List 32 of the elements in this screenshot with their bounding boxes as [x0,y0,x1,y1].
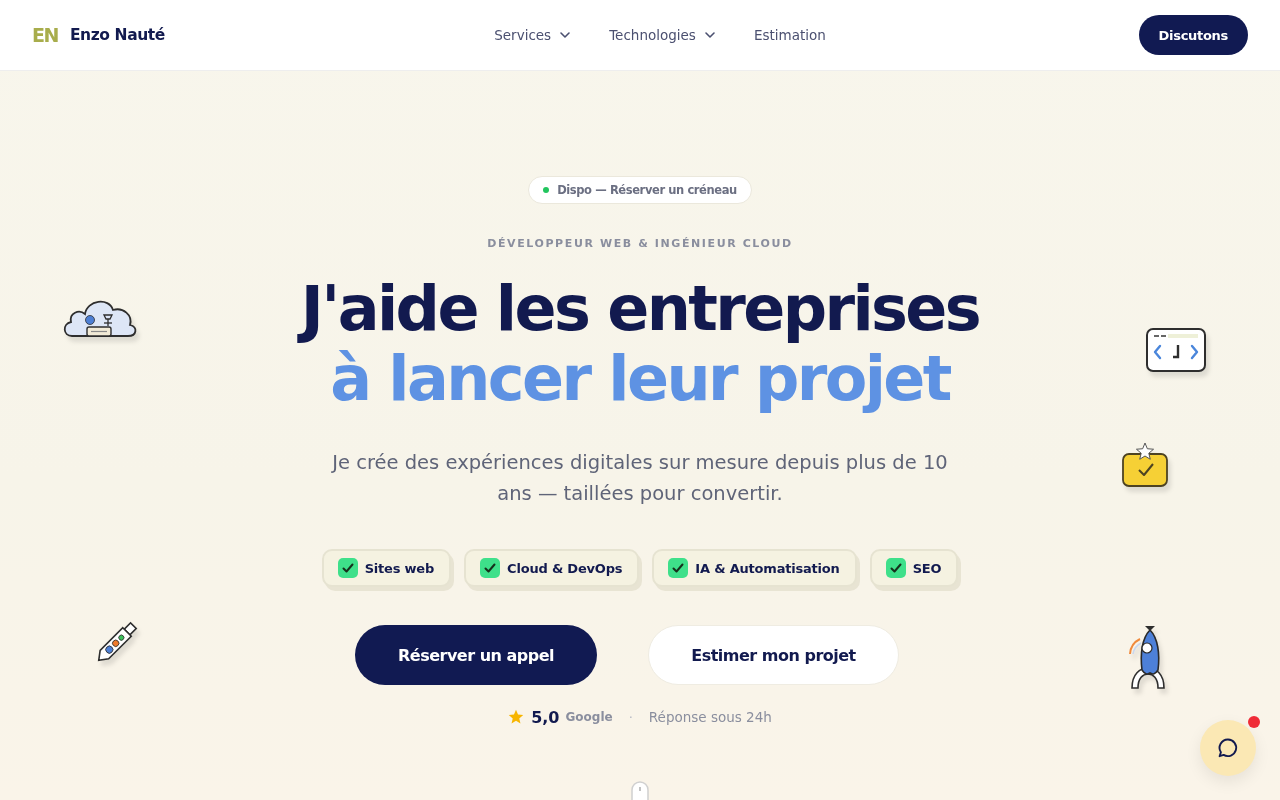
chat-bubble-icon [1216,736,1240,760]
status-dot-icon [543,187,550,193]
discuss-button[interactable]: Discutons [1138,15,1248,55]
nav-link[interactable]: Services [494,27,572,43]
star-folder-icon [1120,442,1170,488]
brand-name-link[interactable]: Enzo Nauté [69,26,165,44]
nav-link[interactable]: Estimation [753,27,826,43]
check-icon [480,558,501,578]
tag-label: IA & Automatisation [695,560,840,576]
scroll-mouse-icon [630,780,650,800]
tag-label: SEO [912,560,942,576]
rating-score: 5,0 [531,707,560,727]
response-time-text: Réponse sous 24h [648,709,772,725]
headline-line: à lancer leur projet [330,344,951,414]
rating-source: Google [565,710,613,724]
estimate-button[interactable]: Estimer mon projet [648,625,899,685]
nav-link[interactable]: Technologies [609,27,716,43]
check-icon [668,558,689,578]
chevron-down-icon [703,29,716,41]
eyebrow-text: DÉVELOPPEUR WEB & INGÉNIEUR CLOUD [487,237,793,251]
check-icon [337,558,358,578]
subtitle-text: Je crée des expériences digitales sur mesure depuis plus de 10 ans — taillées pour convertir. [330,450,949,507]
separator-dot: · [628,709,633,725]
star-icon [508,709,525,725]
book-call-button[interactable]: Réserver un appel [355,625,597,685]
chevron-down-icon [559,29,572,41]
availability-badge[interactable]: Dispo — Réserver un créneau [528,176,752,204]
tag-label: Sites web [364,560,435,576]
chat-button[interactable] [1200,720,1256,776]
tag-label: Cloud & DevOps [507,560,623,576]
check-icon [885,558,906,578]
logo-mark: EN [32,24,58,46]
